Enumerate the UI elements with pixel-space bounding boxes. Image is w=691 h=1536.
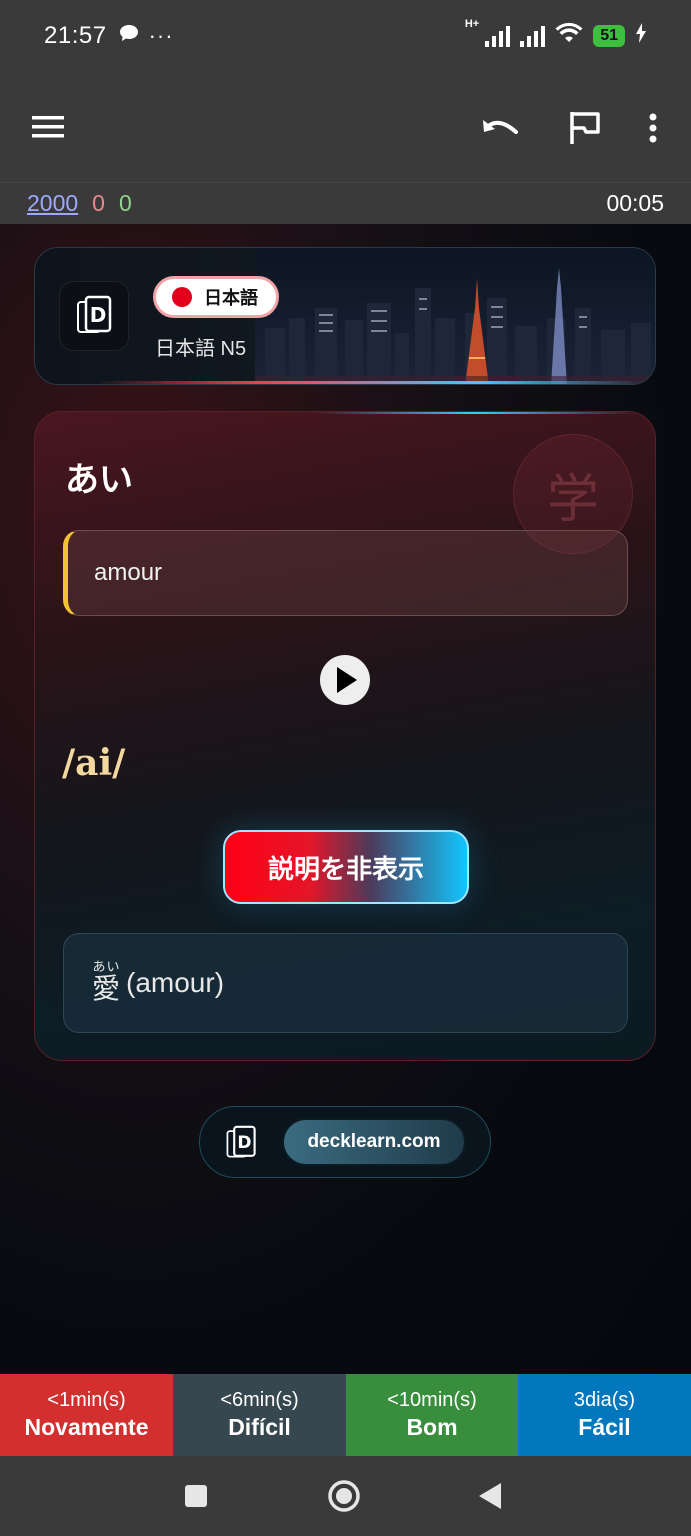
language-label: 日本語 (204, 288, 258, 308)
system-nav-bar (0, 1456, 691, 1536)
header-accent-line (95, 381, 645, 384)
play-icon (337, 667, 357, 693)
new-count[interactable]: 2000 (27, 190, 78, 217)
answer-label: Fácil (578, 1414, 631, 1440)
network-type: H+ (464, 17, 480, 30)
chat-bubble-icon (119, 24, 139, 48)
wifi-icon (555, 22, 583, 51)
status-bar: 21:57 ··· H+ 51 (0, 0, 691, 72)
charging-icon (635, 22, 647, 50)
menu-icon[interactable] (28, 109, 68, 145)
signal-icon (485, 25, 511, 47)
answer-good-button[interactable]: <10min(s) Bom (346, 1374, 518, 1456)
svg-text:D: D (90, 303, 107, 327)
status-icons: H+ 51 (465, 18, 647, 51)
explanation-box: 愛あい (amour) (63, 933, 628, 1033)
battery-level: 51 (593, 25, 625, 47)
meaning-text: amour (94, 559, 163, 586)
app-bar (0, 72, 691, 182)
explanation-text: (amour) (126, 967, 225, 998)
recent-apps-icon[interactable] (180, 1480, 212, 1512)
status-time: 21:57 (44, 22, 107, 49)
card-content: D 日本語 日本語 N5 学 あい amour /ai/ 説明を非表示 愛あい … (0, 224, 691, 1374)
explanation-kanji: 愛あい (92, 959, 121, 1004)
answer-buttons: <1min(s) Novamente <6min(s) Difícil <10m… (0, 1374, 691, 1456)
decklearn-logo: D (218, 1120, 264, 1166)
home-icon[interactable] (324, 1476, 364, 1516)
site-link[interactable]: decklearn.com (282, 1118, 466, 1166)
svg-text:D: D (237, 1133, 251, 1153)
answer-easy-button[interactable]: 3dia(s) Fácil (518, 1374, 691, 1456)
deck-header-card: D 日本語 日本語 N5 (34, 247, 656, 385)
review-count: 0 (118, 190, 132, 216)
flashcard: 学 あい amour /ai/ 説明を非表示 愛あい (amour) (34, 411, 656, 1061)
japan-flag-icon (172, 287, 192, 307)
undo-icon[interactable] (478, 108, 522, 148)
flag-icon[interactable] (562, 108, 606, 148)
answer-interval: <6min(s) (220, 1389, 299, 1411)
answer-hard-button[interactable]: <6min(s) Difícil (173, 1374, 346, 1456)
study-counters: 2000 0 0 00:05 (0, 182, 691, 224)
answer-interval: <1min(s) (47, 1389, 126, 1411)
deck-logo: D (59, 281, 129, 351)
furigana: あい (92, 959, 121, 974)
meaning-box: amour (63, 530, 628, 616)
answer-label: Bom (406, 1414, 458, 1440)
card-word: あい (65, 461, 133, 499)
card-timer: 00:05 (606, 190, 664, 216)
answer-label: Difícil (228, 1414, 291, 1440)
language-badge: 日本語 (153, 276, 279, 318)
answer-interval: 3dia(s) (573, 1389, 636, 1411)
answer-interval: <10min(s) (387, 1389, 477, 1411)
play-audio-button[interactable] (320, 655, 370, 705)
learning-count: 0 (92, 190, 105, 216)
reading-text: /ai/ (62, 742, 126, 784)
hide-explanation-button[interactable]: 説明を非表示 (223, 830, 469, 904)
more-options-icon[interactable] (640, 108, 666, 148)
answer-again-button[interactable]: <1min(s) Novamente (0, 1374, 173, 1456)
signal-icon-2 (520, 25, 546, 47)
back-icon[interactable] (474, 1478, 506, 1514)
deck-name: 日本語 N5 (155, 338, 247, 360)
card-accent-line (315, 412, 635, 414)
city-skyline-image (255, 248, 655, 384)
answer-label: Novamente (24, 1414, 149, 1440)
more-notifications-icon: ··· (148, 23, 174, 48)
site-badge[interactable]: D decklearn.com (199, 1106, 491, 1178)
